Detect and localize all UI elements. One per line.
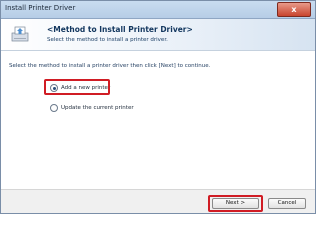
cancel-button[interactable]: Cancel (268, 198, 306, 209)
content-area: Select the method to install a printer d… (1, 51, 315, 189)
page-title: <Method to Install Printer Driver> (47, 25, 193, 34)
page-subtitle: Select the method to install a printer d… (47, 37, 168, 43)
instruction-text: Select the method to install a printer d… (9, 63, 211, 69)
title-bar: Install Printer Driver x (1, 1, 315, 19)
window-title: Install Printer Driver (5, 4, 76, 12)
button-bar: Next > Cancel (1, 189, 315, 213)
selection-highlight (44, 79, 110, 95)
close-button[interactable]: x (277, 2, 311, 17)
install-printer-driver-dialog: Install Printer Driver x <Method to Inst… (0, 0, 316, 214)
option-update-current-printer[interactable]: Update the current printer (50, 103, 134, 113)
next-button[interactable]: Next > (212, 198, 259, 209)
header-banner: <Method to Install Printer Driver> Selec… (1, 19, 315, 51)
option-label[interactable]: Update the current printer (61, 105, 134, 111)
radio-button[interactable] (50, 104, 58, 112)
printer-driver-icon (11, 26, 29, 42)
